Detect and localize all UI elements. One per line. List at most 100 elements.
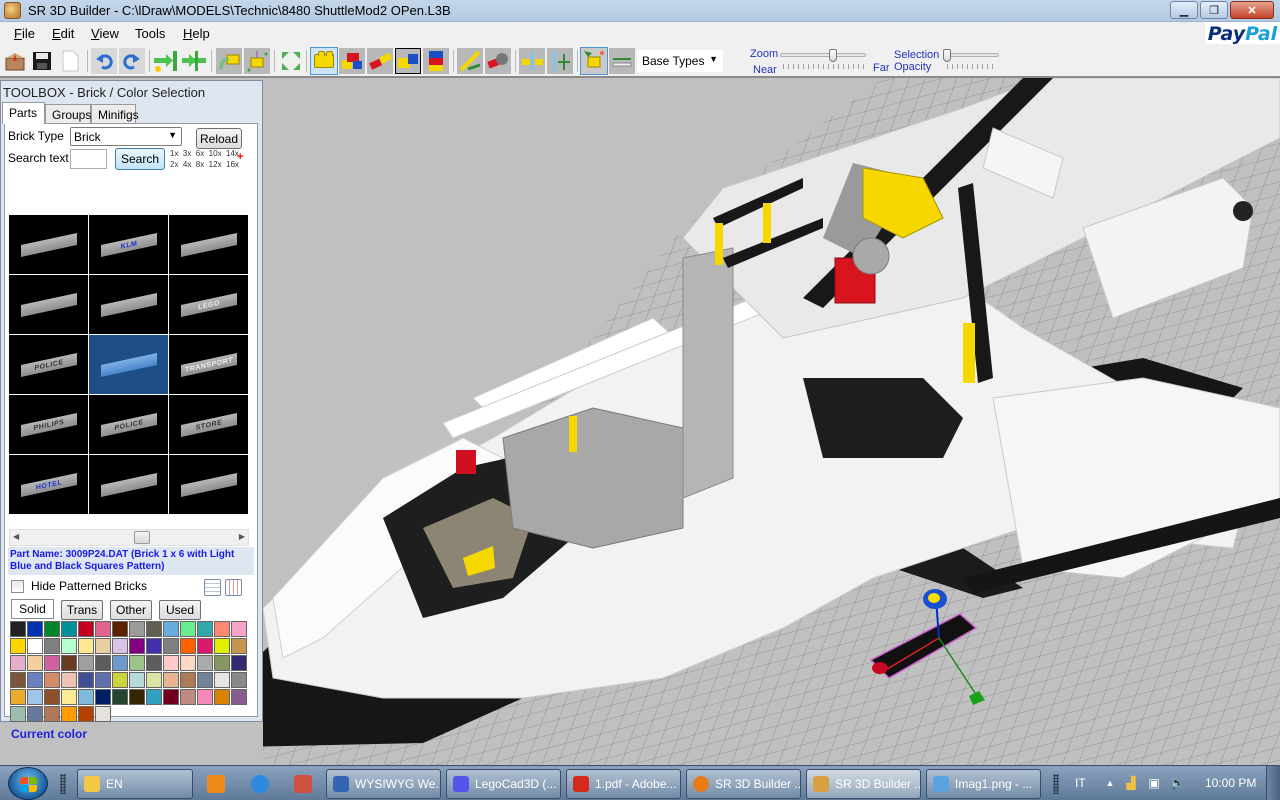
rotate-button[interactable] <box>216 48 242 74</box>
color-swatch[interactable] <box>145 637 162 654</box>
base-types-dropdown[interactable]: Base Types ▼ <box>637 50 723 72</box>
color-swatch[interactable] <box>230 654 247 671</box>
color-swatch[interactable] <box>43 671 60 688</box>
open-button[interactable] <box>2 48 28 74</box>
color-swatch[interactable] <box>179 620 196 637</box>
color-swatch[interactable] <box>60 620 77 637</box>
color-swatch[interactable] <box>77 654 94 671</box>
color-swatch[interactable] <box>77 620 94 637</box>
color-swatch[interactable] <box>77 637 94 654</box>
color-swatch[interactable] <box>43 654 60 671</box>
opacity-slider-thumb[interactable] <box>943 49 951 62</box>
color-swatch[interactable] <box>77 705 94 722</box>
part-thumbnail[interactable] <box>89 455 168 514</box>
color-swatch[interactable] <box>94 620 111 637</box>
color-swatch[interactable] <box>128 654 145 671</box>
color-swatch[interactable] <box>162 620 179 637</box>
paypal-donate-button[interactable]: PayPal <box>1205 22 1280 46</box>
menu-tools[interactable]: Tools <box>135 26 165 41</box>
search-button[interactable]: Search <box>115 148 165 170</box>
fit-view-button[interactable] <box>278 48 304 74</box>
connected-bricks-button[interactable] <box>367 48 393 74</box>
color-swatch[interactable] <box>111 688 128 705</box>
zoom-scales-row1[interactable]: 1x 3x 6x 10x 14x <box>170 148 239 159</box>
tab-minifigs[interactable]: Minifigs <box>91 104 139 124</box>
color-swatch[interactable] <box>77 671 94 688</box>
align-button[interactable] <box>547 48 573 74</box>
undo-button[interactable] <box>91 48 117 74</box>
menu-help[interactable]: Help <box>183 26 210 41</box>
part-thumbnail[interactable]: POLICE <box>89 395 168 454</box>
motor-button[interactable] <box>485 48 511 74</box>
power-icon[interactable]: ▣ <box>1147 776 1161 790</box>
color-swatch[interactable] <box>145 654 162 671</box>
color-swatch[interactable] <box>94 705 111 722</box>
show-desktop-button[interactable] <box>1266 766 1280 800</box>
color-swatch[interactable] <box>94 637 111 654</box>
color-swatch[interactable] <box>60 688 77 705</box>
color-swatch[interactable] <box>26 637 43 654</box>
single-brick-button[interactable] <box>310 47 338 75</box>
list-view-button[interactable] <box>204 579 221 596</box>
color-swatch[interactable] <box>26 671 43 688</box>
brick-type-dropdown[interactable]: Brick ▼ <box>70 127 182 146</box>
color-swatch[interactable] <box>196 671 213 688</box>
add-icon[interactable]: + <box>237 152 243 163</box>
color-swatch[interactable] <box>43 688 60 705</box>
gizmo-x-handle[interactable] <box>872 662 888 674</box>
ie-icon[interactable] <box>251 775 269 793</box>
minimize-button[interactable]: ▁ <box>1170 1 1198 19</box>
reload-button[interactable]: Reload <box>196 128 242 149</box>
zoom-scales-row2[interactable]: 2x 4x 8x 12x 16x <box>170 159 239 170</box>
color-swatch[interactable] <box>9 705 26 722</box>
color-swatch[interactable] <box>60 705 77 722</box>
color-swatch[interactable] <box>196 620 213 637</box>
thumbnail-zoom-scales[interactable]: 1x 3x 6x 10x 14x 2x 4x 8x 12x 16x <box>170 148 239 170</box>
color-swatch[interactable] <box>77 688 94 705</box>
color-swatch[interactable] <box>111 637 128 654</box>
color-swatch[interactable] <box>9 637 26 654</box>
part-thumbnail[interactable]: POLICE <box>9 335 88 394</box>
color-swatch[interactable] <box>213 654 230 671</box>
base-plate-button[interactable] <box>609 48 635 74</box>
move-button[interactable] <box>244 48 270 74</box>
zoom-slider[interactable] <box>780 53 866 57</box>
close-button[interactable]: ✕ <box>1230 1 1274 19</box>
color-swatch[interactable] <box>213 637 230 654</box>
color-swatch[interactable] <box>9 688 26 705</box>
color-swatch[interactable] <box>230 688 247 705</box>
start-button[interactable] <box>8 767 48 800</box>
colors-button[interactable] <box>423 48 449 74</box>
color-tab-solid[interactable]: Solid <box>11 599 54 619</box>
color-swatch[interactable] <box>60 671 77 688</box>
part-thumbnail[interactable] <box>169 455 248 514</box>
scroll-right-icon[interactable]: ▶ <box>239 532 245 541</box>
language-indicator[interactable]: IT <box>1075 776 1086 790</box>
search-input[interactable] <box>70 149 107 169</box>
color-swatch[interactable] <box>230 637 247 654</box>
color-swatch[interactable] <box>60 654 77 671</box>
color-swatch[interactable] <box>196 654 213 671</box>
color-swatch[interactable] <box>94 688 111 705</box>
color-swatch[interactable] <box>26 620 43 637</box>
color-tab-trans[interactable]: Trans <box>61 600 103 620</box>
menu-edit[interactable]: Edit <box>52 26 74 41</box>
color-swatch[interactable] <box>179 671 196 688</box>
color-swatch[interactable] <box>128 671 145 688</box>
color-swatch[interactable] <box>179 637 196 654</box>
color-swatch[interactable] <box>94 654 111 671</box>
color-swatch[interactable] <box>145 620 162 637</box>
model-canvas[interactable] <box>263 78 1280 765</box>
taskbar-item-explorer[interactable]: EN <box>77 769 193 799</box>
color-swatch[interactable] <box>43 620 60 637</box>
color-swatch[interactable] <box>162 688 179 705</box>
pointer-button[interactable] <box>580 47 608 75</box>
snap-button[interactable] <box>153 48 179 74</box>
zoom-slider-thumb[interactable] <box>829 49 838 62</box>
volume-icon[interactable]: 🔈 <box>1170 776 1185 790</box>
3d-viewport[interactable] <box>263 78 1280 765</box>
color-swatch[interactable] <box>230 620 247 637</box>
color-swatch[interactable] <box>9 671 26 688</box>
restore-button[interactable]: ❐ <box>1200 1 1228 19</box>
color-swatch[interactable] <box>145 671 162 688</box>
